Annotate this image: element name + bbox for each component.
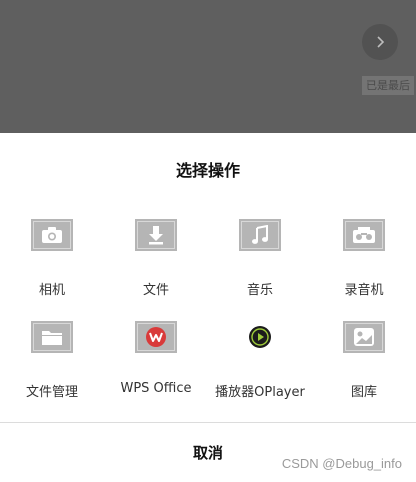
app-item-file[interactable]: 文件 [104, 219, 208, 319]
play-icon [239, 321, 281, 353]
app-item-wps-office[interactable]: WPS Office [104, 321, 208, 421]
last-page-hint: 已是最后 [362, 76, 414, 95]
recorder-icon [343, 219, 385, 251]
app-item-music[interactable]: 音乐 [208, 219, 312, 319]
folder-icon [31, 321, 73, 353]
app-label: 文件管理 [25, 385, 78, 400]
cancel-button[interactable]: 取消 [0, 423, 416, 482]
camera-icon [31, 219, 73, 251]
watermark: CSDN @Debug_info [281, 456, 402, 471]
app-item-gallery[interactable]: 图库 [312, 321, 416, 421]
sheet-title: 选择操作 [175, 161, 240, 180]
dimmed-background: 已是最后 [0, 0, 416, 133]
app-item-file-manager[interactable]: 文件管理 [0, 321, 104, 421]
wps-icon [135, 321, 177, 353]
app-label: WPS Office [120, 381, 192, 396]
gallery-icon [343, 321, 385, 353]
action-sheet: 选择操作 相机 文件 音乐 录音机 文件管理 WPS Office 播放器OPl… [0, 133, 416, 482]
next-button[interactable] [362, 24, 398, 60]
app-label: 录音机 [344, 283, 384, 298]
download-icon [135, 219, 177, 251]
app-label: 文件 [142, 283, 169, 298]
app-item-recorder[interactable]: 录音机 [312, 219, 416, 319]
app-item-oplayer[interactable]: 播放器OPlayer [208, 321, 312, 421]
app-label: 图库 [350, 385, 377, 400]
music-note-icon [239, 219, 281, 251]
app-item-camera[interactable]: 相机 [0, 219, 104, 319]
app-label: 相机 [38, 283, 65, 298]
chevron-right-icon [377, 36, 385, 48]
app-label: 音乐 [246, 283, 273, 298]
app-label: 播放器OPlayer [215, 385, 305, 400]
